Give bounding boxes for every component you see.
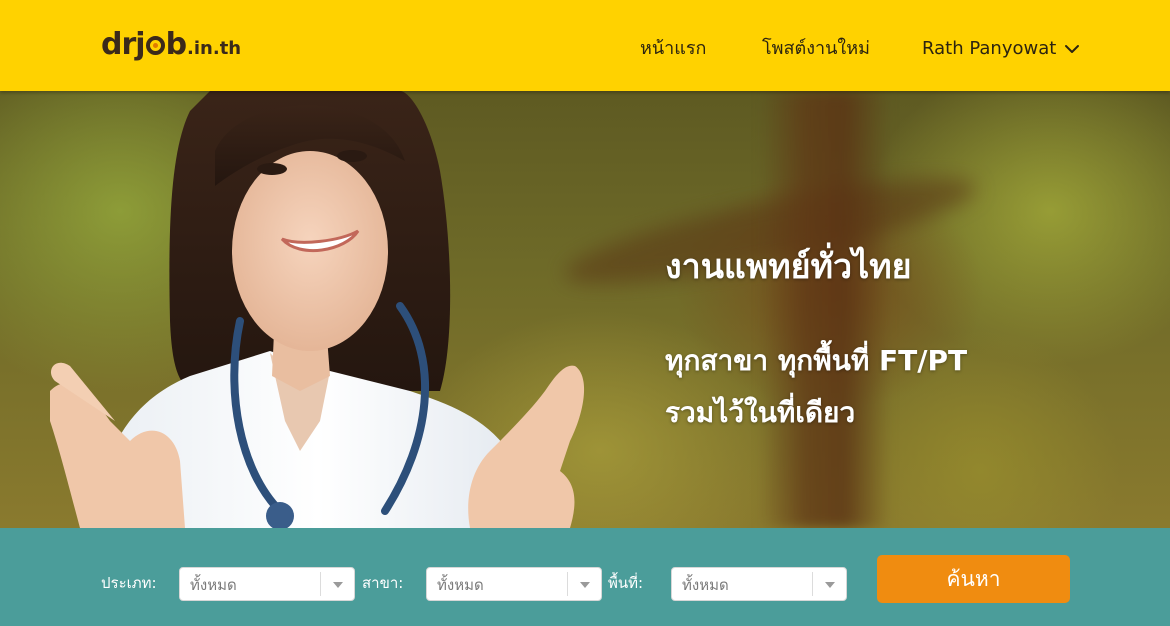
type-label: ประเภท: [101, 574, 157, 592]
logo-text-after: b [165, 27, 188, 62]
hero-background-tree [760, 91, 890, 528]
area-select[interactable]: ทั้งหมด [671, 567, 847, 601]
dropdown-arrow-icon [825, 582, 835, 588]
hero-subtitle: ทุกสาขา ทุกพื้นที่ FT/PT รวมไว้ในที่เดีย… [665, 335, 967, 439]
job-search-bar: ประเภท: ทั้งหมด สาขา: ทั้งหมด พื้นที่: ท… [0, 528, 1170, 626]
branch-select-value: ทั้งหมด [437, 576, 484, 594]
logo-o-icon [145, 36, 165, 55]
hero-title: งานแพทย์ทั่วไทย [665, 247, 912, 287]
branch-select-divider [567, 572, 568, 596]
dropdown-arrow-icon [580, 582, 590, 588]
top-header: drj b .in.th หน้าแรก โพสต์งานใหม่ Rath Pan… [0, 0, 1170, 91]
hero-banner: งานแพทย์ทั่วไทย ทุกสาขา ทุกพื้นที่ FT/PT… [0, 91, 1170, 528]
search-button[interactable]: ค้นหา [877, 555, 1070, 603]
chevron-down-icon [1065, 45, 1080, 53]
area-select-divider [812, 572, 813, 596]
dropdown-arrow-icon [333, 582, 343, 588]
branch-label: สาขา: [362, 574, 404, 592]
nav-home-link[interactable]: หน้าแรก [640, 36, 706, 62]
area-select-value: ทั้งหมด [682, 576, 729, 594]
type-select-value: ทั้งหมด [190, 576, 237, 594]
hero-subtitle-line-2: รวมไว้ในที่เดียว [665, 396, 856, 429]
logo-text-main: drj [101, 27, 146, 62]
user-name: Rath Panyowat [922, 38, 1057, 59]
hero-subtitle-line-1: ทุกสาขา ทุกพื้นที่ FT/PT [665, 344, 968, 377]
site-logo[interactable]: drj b .in.th [101, 26, 241, 68]
user-menu[interactable]: Rath Panyowat [922, 36, 1080, 62]
type-select[interactable]: ทั้งหมด [179, 567, 355, 601]
area-label: พื้นที่: [608, 574, 644, 592]
nav-post-job-link[interactable]: โพสต์งานใหม่ [762, 36, 870, 62]
doctor-photo [50, 91, 585, 528]
logo-tld: .in.th [187, 38, 242, 59]
branch-select[interactable]: ทั้งหมด [426, 567, 602, 601]
type-select-divider [320, 572, 321, 596]
